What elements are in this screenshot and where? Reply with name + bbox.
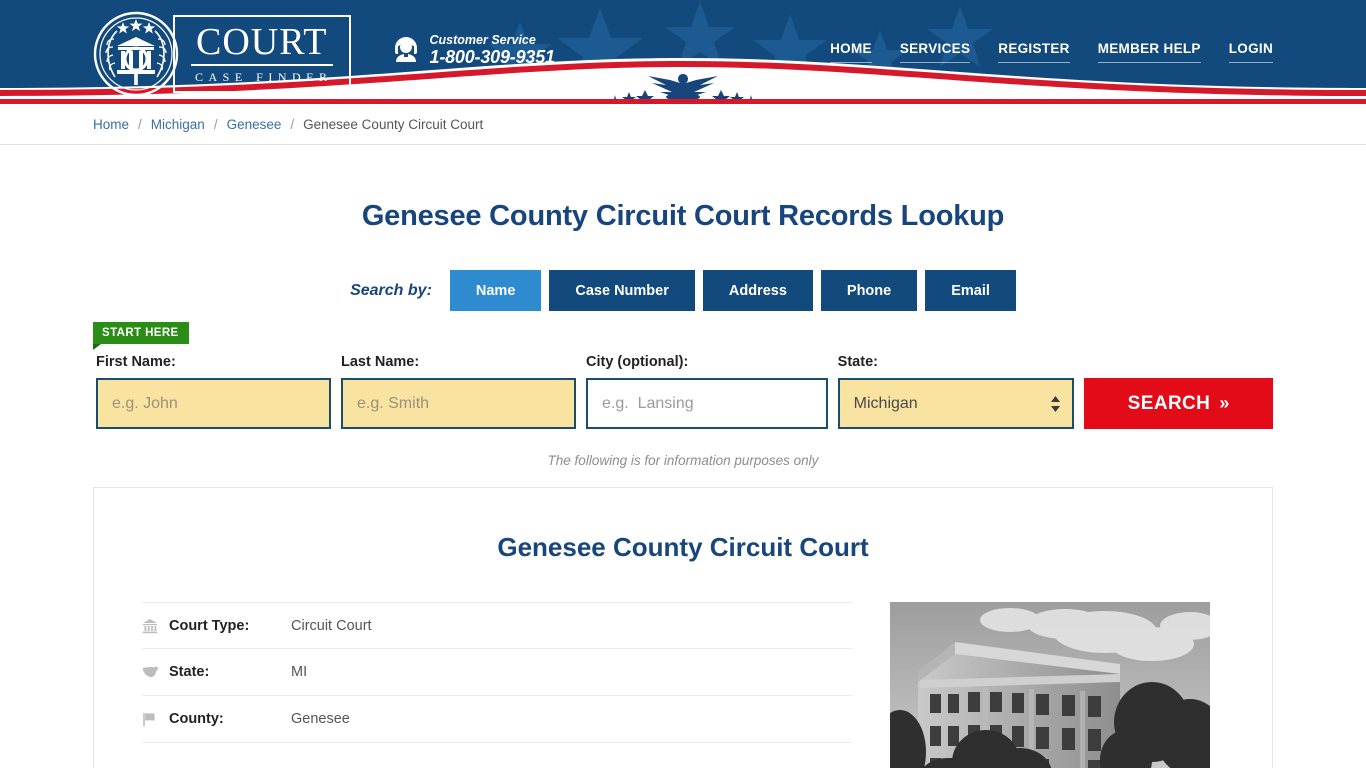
- breadcrumb-separator: /: [213, 116, 218, 132]
- first-name-field-group: First Name:: [96, 354, 331, 429]
- courthouse-photo: [890, 602, 1210, 768]
- detail-label-court-type: Court Type:: [169, 617, 250, 634]
- nav-item-home[interactable]: HOME: [830, 41, 872, 63]
- customer-service-phone[interactable]: 1-800-309-9351: [430, 47, 556, 68]
- main-navigation: HOME SERVICES REGISTER MEMBER HELP LOGIN: [830, 41, 1273, 63]
- breadcrumb-item-current: Genesee County Circuit Court: [303, 116, 484, 132]
- main-content: Genesee County Circuit Court Records Loo…: [93, 200, 1273, 768]
- logo-title: COURT: [191, 23, 333, 66]
- breadcrumb-item-home[interactable]: Home: [93, 117, 129, 132]
- search-form: START HERE First Name: Last Name: City (…: [93, 322, 1273, 429]
- detail-label-county: County:: [169, 711, 224, 727]
- search-by-label: Search by:: [350, 281, 432, 299]
- nav-item-member-help[interactable]: MEMBER HELP: [1097, 41, 1201, 63]
- detail-value-court-type: Circuit Court: [291, 617, 372, 634]
- customer-service-block: Customer Service 1-800-309-9351: [391, 33, 555, 68]
- site-header: COURT CASE FINDER Customer Service 1-800…: [0, 0, 1366, 104]
- site-logo[interactable]: COURT CASE FINDER: [93, 11, 351, 97]
- nav-item-services[interactable]: SERVICES: [899, 41, 971, 63]
- first-name-label: First Name:: [96, 354, 176, 370]
- breadcrumb-item-michigan[interactable]: Michigan: [151, 117, 205, 132]
- double-chevron-right-icon: »: [1219, 393, 1230, 413]
- breadcrumb-bar: Home / Michigan / Genesee / Genesee Coun…: [0, 104, 1366, 145]
- detail-value-state: MI: [291, 664, 308, 680]
- last-name-label: Last Name:: [341, 354, 420, 370]
- tab-email[interactable]: Email: [925, 270, 1016, 311]
- bank-icon: [142, 618, 169, 634]
- detail-label-state: State:: [169, 664, 210, 680]
- detail-row-court-type: Court Type: Circuit Court: [142, 602, 852, 649]
- detail-row-county: County: Genesee: [142, 696, 852, 743]
- court-card-title: Genesee County Circuit Court: [497, 532, 869, 562]
- first-name-input[interactable]: [96, 378, 331, 429]
- city-field-group: City (optional):: [586, 354, 828, 429]
- breadcrumb-separator: /: [290, 116, 295, 132]
- detail-row-state: State: MI: [142, 649, 852, 696]
- us-map-icon: [142, 665, 169, 679]
- start-here-badge: START HERE: [93, 322, 189, 350]
- court-seal-icon: [93, 11, 179, 97]
- flag-icon: [142, 712, 169, 727]
- tab-address[interactable]: Address: [702, 270, 813, 311]
- nav-item-register[interactable]: REGISTER: [998, 41, 1070, 63]
- search-type-tabs: Search by: Name Case Number Address Phon…: [93, 270, 1273, 311]
- state-select[interactable]: Michigan: [837, 378, 1075, 429]
- court-details-list: Court Type: Circuit Court State: MI Coun…: [142, 602, 852, 768]
- court-info-card: Genesee County Circuit Court Court Type:…: [93, 487, 1273, 768]
- breadcrumb-item-genesee[interactable]: Genesee: [227, 117, 282, 132]
- tab-name[interactable]: Name: [449, 270, 542, 311]
- detail-value-county: Genesee: [291, 711, 350, 727]
- info-note: The following is for information purpose…: [547, 453, 819, 468]
- search-button-label: SEARCH: [1127, 392, 1211, 414]
- logo-subtitle: CASE FINDER: [195, 70, 333, 84]
- tab-case-number[interactable]: Case Number: [549, 270, 695, 311]
- last-name-input[interactable]: [341, 378, 576, 429]
- state-label: State:: [837, 354, 878, 370]
- page-title: Genesee County Circuit Court Records Loo…: [361, 200, 1005, 232]
- city-label: City (optional):: [586, 354, 689, 370]
- state-field-group: State: Michigan: [837, 354, 1075, 429]
- tab-phone[interactable]: Phone: [820, 270, 918, 311]
- breadcrumb: Home / Michigan / Genesee / Genesee Coun…: [93, 117, 1273, 132]
- last-name-field-group: Last Name:: [341, 354, 576, 429]
- search-button[interactable]: SEARCH »: [1084, 378, 1273, 429]
- city-input[interactable]: [586, 378, 828, 429]
- breadcrumb-separator: /: [138, 116, 142, 132]
- nav-item-login[interactable]: LOGIN: [1228, 41, 1273, 63]
- headset-agent-icon: [394, 36, 417, 62]
- customer-service-label: Customer Service: [429, 33, 536, 47]
